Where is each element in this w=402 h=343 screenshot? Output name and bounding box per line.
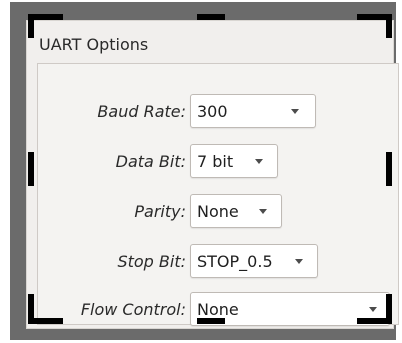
crop-handle-left-middle[interactable] [28, 152, 34, 186]
stop-bit-value: STOP_0.5 [197, 252, 273, 271]
baud-rate-dropdown[interactable]: 300 [190, 94, 316, 128]
parity-label: Parity: [134, 202, 186, 221]
crop-handle-top-middle[interactable] [197, 14, 225, 20]
data-bit-dropdown[interactable]: 7 bit [190, 144, 278, 178]
flow-control-label: Flow Control: [80, 300, 186, 319]
crop-handle-bottom-left-vertical[interactable] [28, 294, 34, 324]
chevron-down-icon [369, 307, 377, 312]
parity-value: None [197, 202, 239, 221]
baud-rate-label: Baud Rate: [97, 102, 186, 121]
panel-title: UART Options [39, 35, 149, 54]
stop-bit-dropdown[interactable]: STOP_0.5 [190, 244, 318, 278]
crop-handle-right-middle[interactable] [386, 152, 392, 186]
stop-bit-label: Stop Bit: [117, 252, 186, 271]
chevron-down-icon [291, 109, 299, 114]
chevron-down-icon [259, 209, 267, 214]
data-bit-label: Data Bit: [115, 152, 186, 171]
flow-control-value: None [197, 300, 239, 319]
uart-options-group: Baud Rate: 300 Data Bit: 7 bit Parity: N… [37, 63, 399, 326]
data-bit-value: 7 bit [197, 152, 234, 171]
crop-handle-top-right-vertical[interactable] [386, 14, 392, 38]
crop-handle-bottom-right-vertical[interactable] [386, 294, 392, 324]
uart-options-panel: UART Options Baud Rate: 300 Data Bit: 7 … [26, 20, 399, 329]
parity-dropdown[interactable]: None [190, 194, 282, 228]
chevron-down-icon [255, 159, 263, 164]
chevron-down-icon [295, 259, 303, 264]
baud-rate-value: 300 [197, 102, 228, 121]
crop-handle-bottom-middle[interactable] [197, 318, 225, 324]
crop-handle-top-left-vertical[interactable] [28, 14, 34, 38]
